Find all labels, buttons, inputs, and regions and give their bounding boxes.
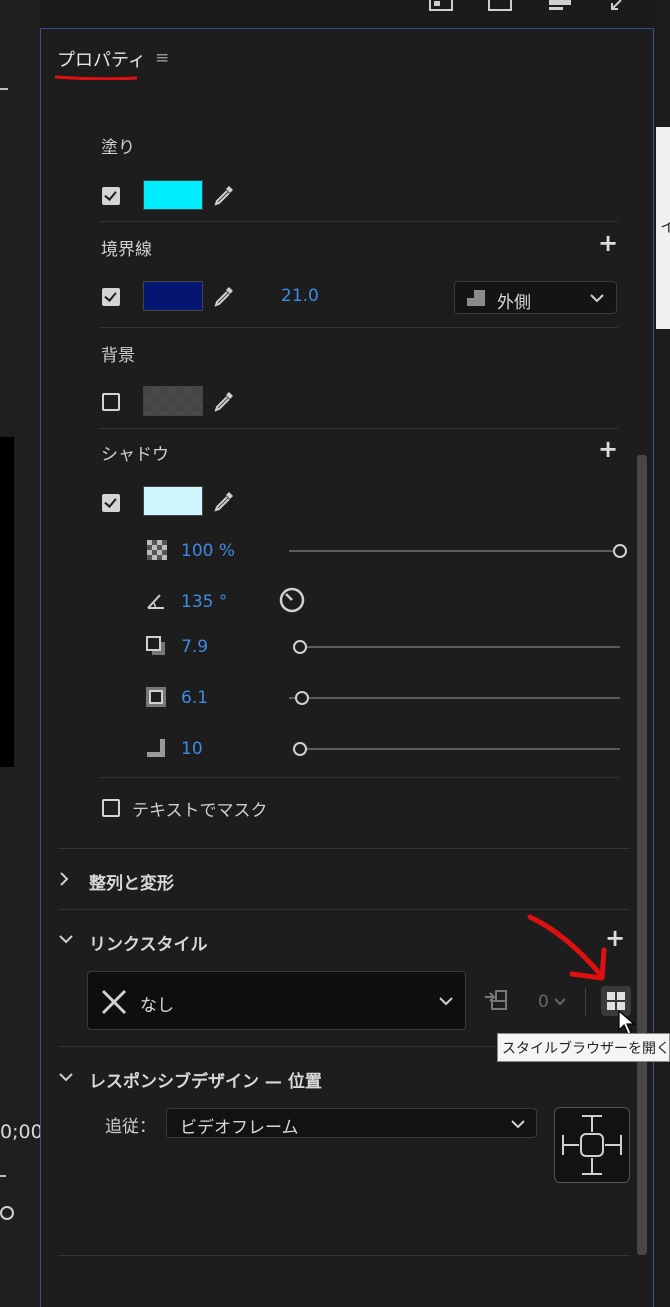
right-panel-glyph: イ (660, 217, 670, 236)
red-annotation-underline (55, 75, 137, 80)
opacity-icon (147, 540, 167, 560)
panel-scrollbar[interactable] (637, 455, 647, 1255)
section-divider (58, 1255, 630, 1256)
chevron-down-icon[interactable] (58, 934, 74, 946)
background-checkbox[interactable] (102, 393, 120, 411)
section-divider (100, 221, 618, 222)
stroke-position-dropdown[interactable]: 外側 (454, 281, 617, 314)
left-timecode: 0;00 (0, 1121, 43, 1143)
opacity-slider-knob[interactable] (613, 544, 627, 558)
chevron-down-icon[interactable] (58, 1072, 74, 1084)
blur-slider-knob[interactable] (293, 742, 307, 756)
angle-icon (147, 594, 164, 609)
style-count[interactable]: 0 (538, 992, 549, 1012)
shadow-blur-value[interactable]: 10 (181, 739, 203, 759)
blur-icon (147, 739, 165, 757)
separator (585, 988, 586, 1016)
blur-slider-track[interactable] (300, 748, 620, 750)
shadow-size-icon (146, 687, 166, 707)
red-annotation-arrow (527, 914, 607, 981)
left-panel-mark-2 (0, 1175, 6, 1177)
add-shadow-button[interactable]: + (598, 435, 618, 463)
follow-label: 追従： (105, 1117, 156, 1137)
shadow-angle-value[interactable]: 135 ° (181, 592, 227, 612)
chevron-down-icon[interactable] (553, 997, 567, 1007)
fill-label: 塗り (101, 138, 135, 158)
chevron-down-icon (590, 294, 604, 303)
shadow-distance-value[interactable]: 7.9 (181, 637, 208, 657)
eyedropper-icon[interactable] (212, 183, 236, 207)
size-slider-track[interactable] (289, 697, 620, 699)
stroke-outside-icon (467, 290, 485, 306)
opacity-slider-track[interactable] (289, 550, 619, 552)
section-divider (100, 777, 618, 778)
shadow-color-swatch[interactable] (143, 486, 203, 516)
section-divider (58, 909, 630, 910)
shadow-label: シャドウ (101, 445, 169, 465)
section-divider (58, 848, 630, 849)
left-panel-mark (0, 88, 8, 90)
close-icon (101, 989, 127, 1015)
grid-icon (607, 992, 625, 1010)
style-browser-tooltip: スタイルブラウザーを開く (497, 1033, 670, 1062)
stroke-label: 境界線 (101, 240, 152, 260)
section-divider (100, 327, 618, 328)
stroke-width-value[interactable]: 21.0 (281, 286, 319, 306)
hamburger-icon[interactable]: ≡ (155, 48, 169, 68)
panel-layout-icon[interactable] (428, 0, 454, 12)
eyedropper-icon[interactable] (212, 284, 236, 308)
distance-icon (146, 636, 165, 655)
left-slider-knob[interactable] (0, 1206, 14, 1220)
linked-style-section-header[interactable]: リンクスタイル (89, 930, 208, 955)
shadow-opacity-value[interactable]: 100 % (181, 541, 235, 561)
chevron-down-icon (511, 1120, 525, 1129)
pin-edges-icon (562, 1115, 622, 1175)
shadow-checkbox[interactable] (102, 494, 120, 512)
eyedropper-icon[interactable] (212, 489, 236, 513)
shadow-size-value[interactable]: 6.1 (181, 688, 208, 708)
align-transform-section-header[interactable]: 整列と変形 (89, 869, 174, 894)
distance-slider-track[interactable] (300, 646, 620, 648)
stroke-color-swatch[interactable] (143, 281, 203, 311)
text-mask-checkbox[interactable] (102, 799, 120, 817)
distance-slider-knob[interactable] (293, 640, 307, 654)
stroke-checkbox[interactable] (102, 288, 120, 306)
collapse-icon[interactable] (606, 0, 626, 14)
linked-style-selected-label: なし (140, 996, 174, 1016)
stroke-position-label: 外側 (497, 293, 531, 313)
follow-value: ビデオフレーム (180, 1118, 299, 1138)
add-stroke-button[interactable]: + (598, 229, 618, 257)
linked-style-dropdown[interactable]: なし (87, 971, 466, 1030)
section-divider (100, 428, 618, 429)
fill-color-swatch[interactable] (143, 180, 203, 210)
chevron-down-icon (439, 997, 453, 1006)
panel-title: プロパティ (57, 50, 146, 71)
window-icon[interactable] (487, 0, 513, 12)
background-color-swatch[interactable] (143, 386, 203, 416)
background-label: 背景 (101, 346, 135, 366)
follow-dropdown[interactable]: ビデオフレーム (166, 1108, 537, 1138)
push-to-style-icon[interactable] (484, 989, 512, 1013)
pin-position-widget[interactable] (554, 1107, 630, 1183)
chevron-right-icon[interactable] (58, 871, 70, 887)
responsive-design-section-header[interactable]: レスポンシブデザイン — 位置 (89, 1067, 322, 1092)
top-toolbar (40, 0, 656, 28)
angle-dial[interactable] (278, 586, 306, 614)
left-video-preview (0, 437, 14, 767)
text-mask-label: テキストでマスク (132, 801, 268, 821)
align-icon[interactable] (547, 0, 573, 12)
eyedropper-icon[interactable] (212, 389, 236, 413)
fill-checkbox[interactable] (102, 187, 120, 205)
